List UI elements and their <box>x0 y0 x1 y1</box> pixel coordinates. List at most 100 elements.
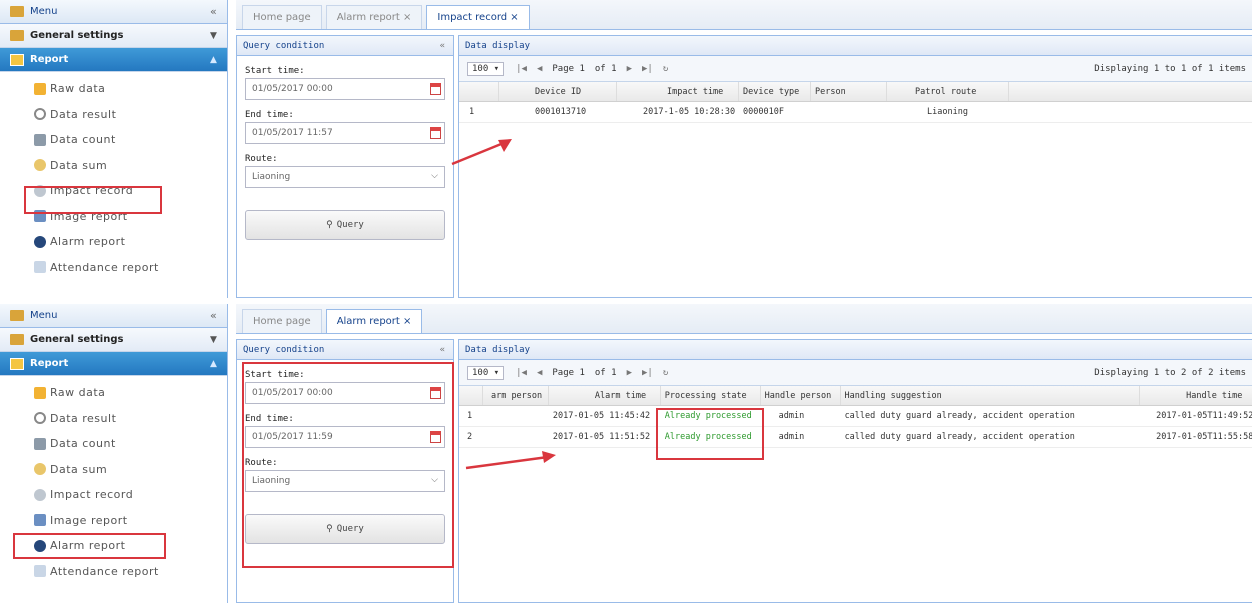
chevron-down-icon: ⌵ <box>431 171 438 181</box>
column-header[interactable]: Device ID <box>499 82 617 101</box>
sidebar-item-attendance-report[interactable]: Attendance report <box>0 559 227 585</box>
data-sum-icon <box>34 159 46 172</box>
prev-page-icon[interactable]: ◀ <box>537 64 542 74</box>
collapse-left-icon[interactable]: « <box>440 41 445 51</box>
first-page-icon[interactable]: |◀ <box>516 64 527 74</box>
next-page-icon[interactable]: ▶ <box>627 368 632 378</box>
tab-bar: Home page Alarm report × <box>236 304 1252 334</box>
refresh-icon[interactable]: ↻ <box>663 368 668 378</box>
column-header[interactable]: Handling suggestion <box>841 386 1141 405</box>
last-page-icon[interactable]: ▶| <box>642 64 653 74</box>
sidebar-item-label: Attendance report <box>50 564 159 578</box>
highlight-box <box>24 186 162 214</box>
prev-page-icon[interactable]: ◀ <box>537 368 542 378</box>
collapse-icon[interactable]: « <box>210 309 217 322</box>
column-header[interactable]: Alarm time <box>549 386 661 405</box>
column-header[interactable]: arm person <box>483 386 549 405</box>
sidebar-item-label: Raw data <box>50 386 106 400</box>
table-cell: 0000010F <box>743 107 784 117</box>
collapse-icon[interactable]: « <box>210 5 217 18</box>
raw-data-icon <box>34 386 46 399</box>
sidebar-item-label: Data result <box>50 411 117 425</box>
sidebar-item-raw-data[interactable]: Raw data <box>0 76 227 102</box>
pagination-bar: 100 ▾ |◀ ◀ Page 1 of 1 ▶ ▶| ↻ Displaying… <box>459 360 1252 386</box>
sidebar-item-image-report[interactable]: Image report <box>0 508 227 534</box>
column-header <box>459 82 499 101</box>
page-total: of 1 <box>594 63 617 74</box>
page-size-select[interactable]: 100 ▾ <box>467 365 505 380</box>
page-number[interactable]: Page 1 <box>552 368 585 378</box>
highlight-box <box>13 533 166 559</box>
section-label: General settings <box>30 334 124 345</box>
column-header[interactable]: Processing state <box>661 386 761 405</box>
last-page-icon[interactable]: ▶| <box>642 368 653 378</box>
column-header[interactable]: Patrol route <box>887 82 1009 101</box>
start-time-field[interactable]: 01/05/2017 00:00 <box>245 78 445 100</box>
annotation-arrow <box>465 451 556 470</box>
table-cell <box>483 427 549 447</box>
sidebar-item-raw-data[interactable]: Raw data <box>0 380 227 406</box>
table-row[interactable]: 1 0001013710 2017-1-05 10:28:30 0000010F… <box>459 102 1252 123</box>
start-time-label: Start time: <box>245 66 305 76</box>
sidebar-item-label: Data count <box>50 437 116 451</box>
column-header[interactable]: Device type <box>739 82 811 101</box>
tab-alarm-report[interactable]: Alarm report × <box>325 309 423 333</box>
table-cell: Liaoning <box>927 107 968 117</box>
menu-folder-icon <box>10 6 24 17</box>
attendance-report-icon <box>34 565 46 578</box>
section-report[interactable]: Report ▲ <box>0 352 227 376</box>
data-count-icon <box>34 437 46 450</box>
sidebar-item-alarm-report[interactable]: Alarm report <box>0 229 227 255</box>
calendar-icon[interactable] <box>430 127 441 139</box>
section-label: Report <box>30 358 69 369</box>
sidebar-item-label: Data sum <box>50 158 108 172</box>
query-panel-header: Query condition « <box>237 36 453 56</box>
sidebar-item-data-count[interactable]: Data count <box>0 431 227 457</box>
tab-impact-record[interactable]: Impact record × <box>426 5 530 29</box>
route-value: Liaoning <box>252 172 291 182</box>
end-time-label: End time: <box>245 110 294 120</box>
sidebar-item-data-sum[interactable]: Data sum <box>0 457 227 483</box>
raw-data-icon <box>34 82 46 95</box>
table-cell: admin <box>778 432 805 442</box>
report-icon <box>10 357 24 370</box>
displaying-count: Displaying 1 to 1 of 1 items <box>1094 63 1246 74</box>
column-header[interactable]: Impact time <box>617 82 739 101</box>
next-page-icon[interactable]: ▶ <box>627 64 632 74</box>
page-number[interactable]: Page 1 <box>552 64 585 74</box>
sidebar-item-data-count[interactable]: Data count <box>0 127 227 153</box>
tab-alarm-report[interactable]: Alarm report × <box>325 5 423 29</box>
query-panel-header: Query condition « <box>237 340 453 360</box>
sidebar-item-data-sum[interactable]: Data sum <box>0 153 227 179</box>
sidebar-item-impact-record[interactable]: Impact record <box>0 482 227 508</box>
column-header[interactable]: Handle time <box>1140 386 1252 405</box>
annotation-arrow <box>451 139 512 166</box>
menu-header: Menu « <box>0 304 227 328</box>
section-general-settings[interactable]: General settings ▼ <box>0 328 227 352</box>
sidebar-item-label: Image report <box>50 513 128 527</box>
sidebar-item-attendance-report[interactable]: Attendance report <box>0 255 227 281</box>
sidebar-item-data-result[interactable]: Data result <box>0 406 227 432</box>
route-select[interactable]: Liaoning ⌵ <box>245 166 445 188</box>
table-row[interactable]: 1 2017-01-05 11:45:42 Already processed … <box>459 406 1252 427</box>
page-size-select[interactable]: 100 ▾ <box>467 61 505 76</box>
column-header[interactable]: Person <box>811 82 887 101</box>
end-time-field[interactable]: 01/05/2017 11:57 <box>245 122 445 144</box>
column-header[interactable]: Handle person <box>761 386 841 405</box>
column-header <box>459 386 483 405</box>
tab-home-page[interactable]: Home page <box>242 309 322 333</box>
collapse-left-icon[interactable]: « <box>440 345 445 355</box>
query-panel-title: Query condition <box>243 344 325 355</box>
section-report[interactable]: Report ▲ <box>0 48 227 72</box>
tab-home-page[interactable]: Home page <box>242 5 322 29</box>
section-general-settings[interactable]: General settings ▼ <box>0 24 227 48</box>
settings-folder-icon <box>10 30 24 41</box>
table-row[interactable]: 2 2017-01-05 11:51:52 Already processed … <box>459 427 1252 448</box>
query-button[interactable]: ⚲ Query <box>245 210 445 240</box>
refresh-icon[interactable]: ↻ <box>663 64 668 74</box>
chevron-up-icon: ▲ <box>210 54 217 65</box>
first-page-icon[interactable]: |◀ <box>516 368 527 378</box>
sidebar-item-data-result[interactable]: Data result <box>0 102 227 128</box>
calendar-icon[interactable] <box>430 83 441 95</box>
impact-record-icon <box>34 488 46 501</box>
